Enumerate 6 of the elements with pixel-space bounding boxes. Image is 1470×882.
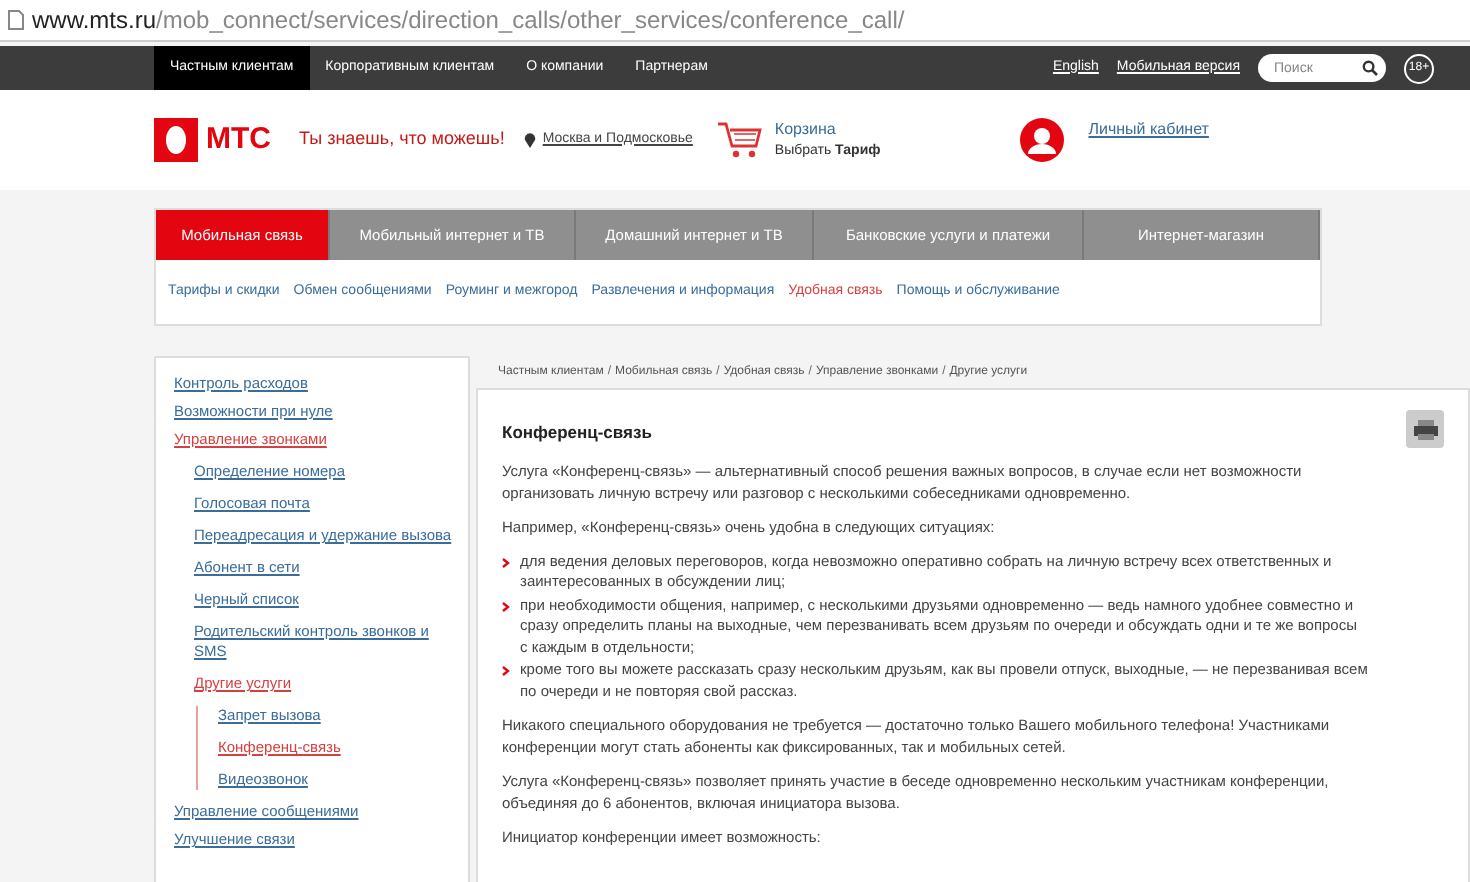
account-link[interactable]: Личный кабинет [1088, 118, 1209, 142]
article-title: Конференц-связь [502, 420, 652, 446]
logo: МТС [154, 117, 271, 163]
address-bar[interactable]: www.mts.ru/mob_connect/services/direction_calls/other_services/conference_call/ [0, 0, 1470, 42]
slogan: Ты знаешь, что можешь! [299, 126, 505, 153]
cart-link[interactable]: Корзина [774, 118, 881, 140]
